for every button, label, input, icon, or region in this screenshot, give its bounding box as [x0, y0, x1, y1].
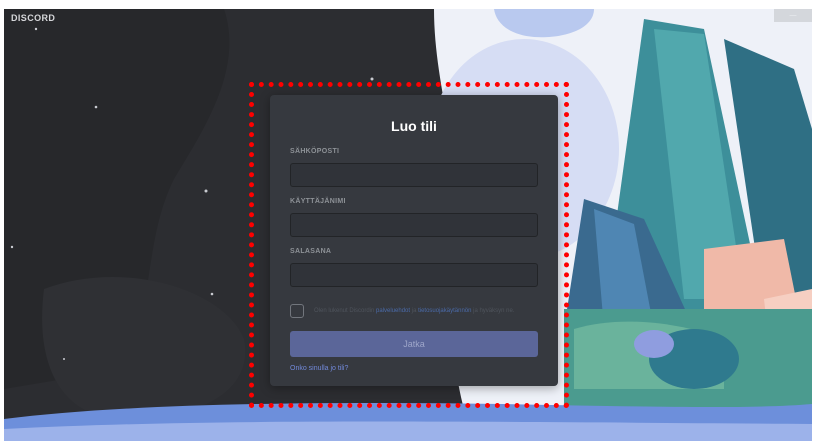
terms-suffix: ja hyväksyn ne.: [471, 308, 515, 314]
login-link[interactable]: Onko sinulla jo tili?: [290, 365, 538, 372]
username-label: KÄYTTÄJÄNIMI: [290, 198, 346, 205]
terms-prefix: Olen lukenut Discordin: [314, 308, 377, 314]
username-field[interactable]: [290, 213, 538, 237]
terms-checkbox[interactable]: [290, 304, 304, 318]
terms-text: Olen lukenut Discordin palveluehdot ja t…: [314, 308, 514, 314]
discord-logo: DISCORD: [11, 13, 56, 23]
terms-middle: ja: [410, 308, 419, 314]
register-form: Luo tili SÄHKÖPOSTI KÄYTTÄJÄNIMI SALASAN…: [270, 95, 558, 386]
terms-row: Olen lukenut Discordin palveluehdot ja t…: [290, 303, 538, 319]
email-label: SÄHKÖPOSTI: [290, 148, 340, 155]
privacy-policy-link[interactable]: tietosuojakäytännön: [418, 308, 471, 314]
continue-button[interactable]: Jatka: [290, 331, 538, 357]
window-control-button[interactable]: —: [774, 9, 812, 22]
terms-of-service-link[interactable]: palveluehdot: [376, 308, 410, 314]
password-label: SALASANA: [290, 248, 332, 255]
page-title: Luo tili: [391, 118, 437, 134]
password-field[interactable]: [290, 263, 538, 287]
email-field[interactable]: [290, 163, 538, 187]
